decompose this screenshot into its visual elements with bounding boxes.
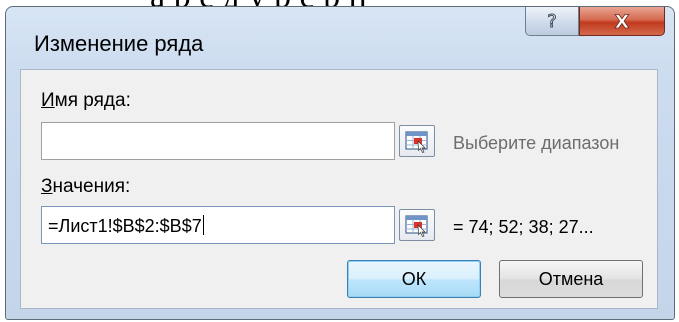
series-values-label: Значения: xyxy=(41,176,130,198)
close-button[interactable]: X xyxy=(579,7,665,36)
close-icon: X xyxy=(614,11,630,32)
dialog-titlebar[interactable]: Изменение ряда ? X xyxy=(6,7,674,69)
svg-text:X: X xyxy=(615,11,630,32)
series-values-label-text: начения: xyxy=(52,176,131,197)
edit-series-dialog: Изменение ряда ? X Имя ряда: Выберите ди… xyxy=(5,6,675,320)
series-values-range-button[interactable] xyxy=(399,209,435,241)
series-name-label-accelerator: И xyxy=(41,90,55,111)
cancel-button[interactable]: Отмена xyxy=(499,260,643,298)
help-button[interactable]: ? xyxy=(525,7,579,36)
help-icon: ? xyxy=(547,11,558,33)
series-values-preview: = 74; 52; 38; 27... xyxy=(453,217,594,237)
screen: а р е д у р е р н Изменение ряда ? X Имя… xyxy=(0,0,679,322)
series-name-label: Имя ряда: xyxy=(41,90,131,112)
series-name-input[interactable] xyxy=(41,122,395,160)
dialog-body: Имя ряда: Выберите диапазон Значения: =Л… xyxy=(20,69,658,309)
series-values-label-accelerator: З xyxy=(41,176,53,197)
dialog-title: Изменение ряда xyxy=(34,31,204,56)
series-values-input[interactable]: =Лист1!$B$2:$B$7 xyxy=(41,206,395,244)
range-select-icon xyxy=(405,215,428,237)
range-select-icon xyxy=(405,131,428,153)
series-name-hint: Выберите диапазон xyxy=(453,133,620,153)
svg-text:?: ? xyxy=(547,11,557,32)
text-caret xyxy=(202,215,204,235)
series-name-range-button[interactable] xyxy=(399,125,435,157)
series-name-label-text: мя ряда: xyxy=(54,90,131,111)
series-values-value: =Лист1!$B$2:$B$7 xyxy=(48,216,202,236)
ok-button[interactable]: ОК xyxy=(347,260,481,298)
